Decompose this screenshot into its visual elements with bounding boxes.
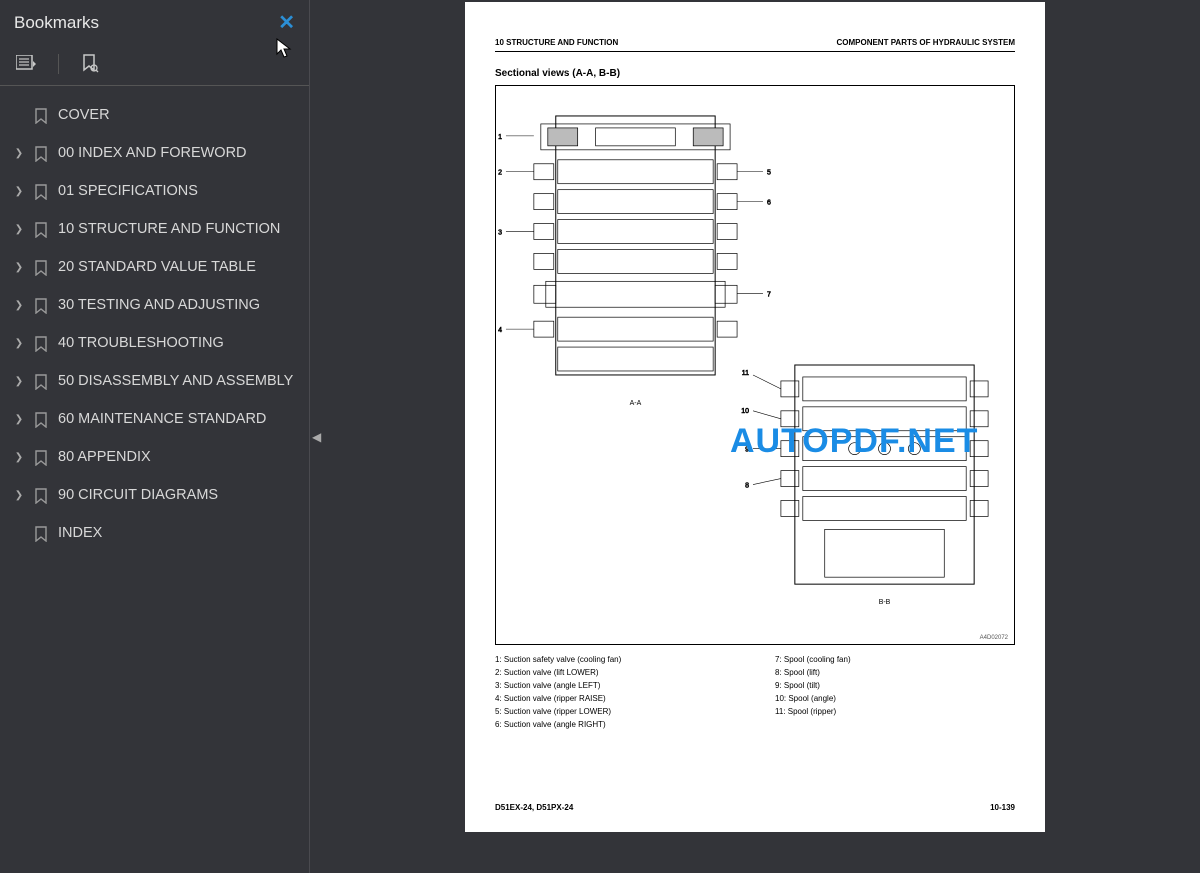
chevron-right-icon[interactable]: ❯ — [12, 486, 26, 501]
bookmarks-sidebar: Bookmarks ✕ ❯COVER❯00 INDEX AND FOREWORD… — [0, 0, 310, 873]
bookmark-ribbon-icon — [34, 524, 50, 546]
chevron-right-icon[interactable]: ❯ — [12, 372, 26, 387]
view-a-a: 1 2 3 4 5 6 7 A-A — [498, 116, 771, 407]
bookmark-label: COVER — [58, 106, 297, 125]
section-title: Sectional views (A-A, B-B) — [495, 68, 1015, 79]
legend-entry: 9: Spool (tilt) — [775, 679, 1015, 692]
chevron-right-icon[interactable]: ❯ — [12, 144, 26, 159]
bookmark-label: 20 STANDARD VALUE TABLE — [58, 258, 297, 277]
bookmark-label: 00 INDEX AND FOREWORD — [58, 144, 297, 163]
sidebar-header: Bookmarks ✕ — [0, 0, 309, 53]
bookmark-label: 01 SPECIFICATIONS — [58, 182, 297, 201]
bookmark-label: 50 DISASSEMBLY AND ASSEMBLY — [58, 372, 297, 391]
legend-entry: 3: Suction valve (angle LEFT) — [495, 679, 735, 692]
view-b-label: B-B — [879, 599, 891, 606]
bookmark-ribbon-icon — [34, 258, 50, 280]
bookmark-ribbon-icon — [34, 106, 50, 128]
page-header: 10 STRUCTURE AND FUNCTION COMPONENT PART… — [495, 38, 1015, 52]
bookmark-ribbon-icon — [34, 448, 50, 470]
bookmark-list: ❯COVER❯00 INDEX AND FOREWORD❯01 SPECIFIC… — [0, 86, 309, 562]
legend-entry: 5: Suction valve (ripper LOWER) — [495, 705, 735, 718]
bookmark-item[interactable]: ❯ 90 CIRCUIT DIAGRAMS — [8, 478, 301, 516]
chevron-right-icon[interactable]: ❯ — [12, 296, 26, 311]
callout-11: 11 — [742, 370, 749, 377]
close-icon[interactable]: ✕ — [278, 10, 295, 35]
callout-10: 10 — [741, 408, 749, 415]
bookmark-item[interactable]: ❯ 60 MAINTENANCE STANDARD — [8, 402, 301, 440]
page-header-left: 10 STRUCTURE AND FUNCTION — [495, 38, 618, 47]
legend-left-col: 1: Suction safety valve (cooling fan)2: … — [495, 653, 735, 731]
chevron-right-icon[interactable]: ❯ — [12, 220, 26, 235]
footer-model: D51EX-24, D51PX-24 — [495, 803, 573, 812]
callout-4: 4 — [498, 327, 502, 334]
callout-7: 7 — [767, 291, 771, 298]
bookmark-item[interactable]: ❯ 80 APPENDIX — [8, 440, 301, 478]
content-area: ◀ AUTOPDF.NET 10 STRUCTURE AND FUNCTION … — [310, 0, 1200, 873]
callout-9: 9 — [745, 447, 749, 454]
callout-3: 3 — [498, 230, 502, 237]
bookmark-label: 90 CIRCUIT DIAGRAMS — [58, 486, 297, 505]
bookmark-label: INDEX — [58, 524, 297, 543]
pdf-page: 10 STRUCTURE AND FUNCTION COMPONENT PART… — [465, 2, 1045, 832]
bookmark-item[interactable]: ❯INDEX — [8, 516, 301, 554]
bookmark-label: 40 TROUBLESHOOTING — [58, 334, 297, 353]
chevron-right-icon[interactable]: ❯ — [12, 182, 26, 197]
legend-entry: 7: Spool (cooling fan) — [775, 653, 1015, 666]
bookmark-item[interactable]: ❯ 50 DISASSEMBLY AND ASSEMBLY — [8, 364, 301, 402]
technical-diagram: 1 2 3 4 5 6 7 A-A — [495, 85, 1015, 645]
view-a-label: A-A — [630, 400, 642, 407]
legend-entry: 11: Spool (ripper) — [775, 705, 1015, 718]
legend-entry: 1: Suction safety valve (cooling fan) — [495, 653, 735, 666]
page-header-right: COMPONENT PARTS OF HYDRAULIC SYSTEM — [836, 38, 1015, 47]
legend-entry: 10: Spool (angle) — [775, 692, 1015, 705]
callout-8: 8 — [745, 483, 749, 490]
bookmark-item[interactable]: ❯ 30 TESTING AND ADJUSTING — [8, 288, 301, 326]
collapse-sidebar-handle[interactable]: ◀ — [310, 420, 323, 454]
legend-entry: 6: Suction valve (angle RIGHT) — [495, 718, 735, 731]
chevron-right-icon[interactable]: ❯ — [12, 258, 26, 273]
bookmark-item[interactable]: ❯ 00 INDEX AND FOREWORD — [8, 136, 301, 174]
bookmark-ribbon-icon — [34, 486, 50, 508]
bookmark-ribbon-icon — [34, 296, 50, 318]
options-icon[interactable] — [16, 53, 38, 75]
figure-id: A4D02072 — [980, 635, 1008, 641]
bookmark-ribbon-icon — [34, 182, 50, 204]
callout-6: 6 — [767, 200, 771, 207]
callout-5: 5 — [767, 170, 771, 177]
bookmark-ribbon-icon — [34, 372, 50, 394]
chevron-right-icon[interactable]: ❯ — [12, 410, 26, 425]
legend-entry: 4: Suction valve (ripper RAISE) — [495, 692, 735, 705]
find-bookmark-icon[interactable] — [79, 53, 101, 75]
view-b-b: 11 10 9 8 B-B — [741, 365, 988, 606]
bookmark-ribbon-icon — [34, 144, 50, 166]
bookmark-ribbon-icon — [34, 220, 50, 242]
callout-2: 2 — [498, 170, 502, 177]
sidebar-title: Bookmarks — [14, 13, 99, 33]
bookmarks-toolbar — [0, 53, 309, 86]
legend-entry: 2: Suction valve (lift LOWER) — [495, 666, 735, 679]
bookmark-label: 60 MAINTENANCE STANDARD — [58, 410, 297, 429]
toolbar-divider — [58, 54, 59, 74]
bookmark-ribbon-icon — [34, 410, 50, 432]
bookmark-item[interactable]: ❯ 20 STANDARD VALUE TABLE — [8, 250, 301, 288]
chevron-right-icon[interactable]: ❯ — [12, 334, 26, 349]
bookmark-ribbon-icon — [34, 334, 50, 356]
bookmark-item[interactable]: ❯COVER — [8, 98, 301, 136]
bookmark-item[interactable]: ❯ 10 STRUCTURE AND FUNCTION — [8, 212, 301, 250]
callout-1: 1 — [498, 134, 502, 141]
legend-right-col: 7: Spool (cooling fan)8: Spool (lift)9: … — [775, 653, 1015, 731]
bookmark-label: 10 STRUCTURE AND FUNCTION — [58, 220, 297, 239]
bookmark-item[interactable]: ❯ 40 TROUBLESHOOTING — [8, 326, 301, 364]
legend-entry: 8: Spool (lift) — [775, 666, 1015, 679]
chevron-right-icon[interactable]: ❯ — [12, 448, 26, 463]
footer-page-number: 10-139 — [990, 803, 1015, 812]
legend: 1: Suction safety valve (cooling fan)2: … — [495, 653, 1015, 731]
page-footer: D51EX-24, D51PX-24 10-139 — [495, 785, 1015, 812]
sectional-view-drawing: 1 2 3 4 5 6 7 A-A — [496, 86, 1014, 644]
bookmark-item[interactable]: ❯ 01 SPECIFICATIONS — [8, 174, 301, 212]
bookmark-label: 30 TESTING AND ADJUSTING — [58, 296, 297, 315]
bookmark-label: 80 APPENDIX — [58, 448, 297, 467]
